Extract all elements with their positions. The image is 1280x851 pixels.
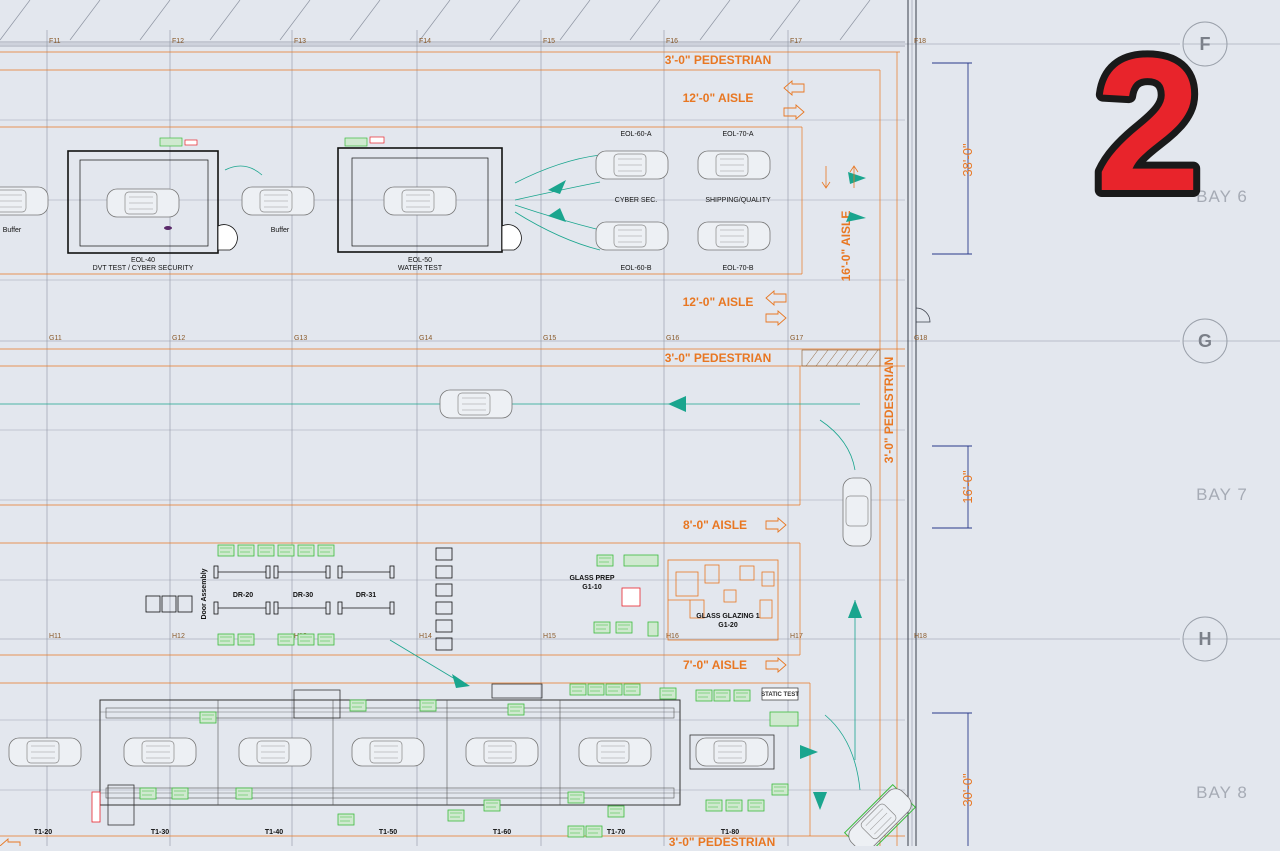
aisle-label-12ft-a: 12'-0" AISLE: [683, 91, 754, 105]
t1-30-label: T1-30: [151, 829, 169, 836]
eol-60-a-car: [595, 150, 669, 180]
grid-label-f17: F17: [790, 38, 802, 45]
aisle-label-pedestrian-vertical: 3'-0" PEDESTRIAN: [882, 357, 896, 464]
grid-label-g17: G17: [790, 335, 803, 342]
buffer-label-left: Buffer: [3, 227, 22, 234]
grid-label-h11: H11: [49, 633, 61, 640]
door-assembly-label: Door Assembly: [201, 568, 208, 619]
grid-label-g16: G16: [666, 335, 679, 342]
grid-label-h15: H15: [543, 633, 556, 640]
grid-label-g15: G15: [543, 335, 556, 342]
grid-label-g12: G12: [172, 335, 185, 342]
bay-6-label: BAY 6: [1196, 187, 1248, 206]
building-wall: [907, 0, 931, 846]
buffer-car-mid: [241, 186, 315, 216]
t1-60-label: T1-60: [493, 829, 511, 836]
svg-text:2: 2: [1095, 19, 1201, 231]
eol-40-description: DVT TEST / CYBER SECURITY: [93, 265, 194, 272]
trim-line-equipment: [91, 683, 799, 838]
aisle-label-pedestrian-bottom: 3'-0" PEDESTRIAN: [669, 835, 776, 846]
grid-label-h12: H12: [172, 633, 185, 640]
aisle-label-7ft: 7'-0" AISLE: [683, 658, 747, 672]
aisle-label-pedestrian-top: 3'-0" PEDESTRIAN: [665, 53, 772, 67]
grid-label-f18: F18: [914, 38, 926, 45]
grid-label-f11: F11: [49, 38, 61, 45]
eol-40-label: EOL-40: [131, 257, 155, 264]
grid-label-f14: F14: [419, 38, 431, 45]
eol-70-b-car: [697, 221, 771, 251]
buffer-car-left: [0, 186, 49, 216]
grid-label-g14: G14: [419, 335, 432, 342]
glass-glazing-label: GLASS GLAZING 1: [696, 613, 760, 620]
grid-label-f16: F16: [666, 38, 678, 45]
dimension-16ft: 16'-0": [960, 470, 975, 504]
aisle-label-16ft: 16'-0" AISLE: [839, 211, 853, 282]
aisle-label-pedestrian-mid: 3'-0" PEDESTRIAN: [665, 351, 772, 365]
floor-plan-svg: F11 F12 F13 F14 F15 F16 F17 F18 G11 G12 …: [0, 0, 1280, 851]
bay-7-label: BAY 7: [1196, 485, 1248, 504]
grid-label-h17: H17: [790, 633, 803, 640]
floor-plan: F11 F12 F13 F14 F15 F16 F17 F18 G11 G12 …: [0, 0, 1280, 851]
dimension-lines: [932, 62, 972, 846]
t1-20-label: T1-20: [34, 829, 52, 836]
eol-60-b-label: EOL-60-B: [620, 265, 651, 272]
aisle-label-8ft: 8'-0" AISLE: [683, 518, 747, 532]
grid-label-h14: H14: [419, 633, 432, 640]
transit-car-vertical: [842, 477, 872, 547]
bay-8-label: BAY 8: [1196, 783, 1248, 802]
grid-label-f13: F13: [294, 38, 306, 45]
buffer-label-mid: Buffer: [271, 227, 290, 234]
hatched-wall: [0, 0, 905, 47]
page-number-badge: 2 2: [1088, 12, 1208, 238]
dr-20-label: DR-20: [233, 592, 253, 599]
eol-40-booth: [67, 137, 238, 254]
glass-glazing-code: G1-20: [718, 622, 738, 629]
transit-car: [439, 389, 513, 419]
eol-50-booth: [337, 136, 522, 253]
dr-31-label: DR-31: [356, 592, 376, 599]
t1-80-label: T1-80: [721, 829, 739, 836]
eol-50-label: EOL-50: [408, 257, 432, 264]
eol-70-b-label: EOL-70-B: [722, 265, 753, 272]
shipping-quality-label: SHIPPING/QUALITY: [705, 197, 771, 204]
hatched-pedestrian-crossing: [801, 349, 881, 367]
grid-label-g18: G18: [914, 335, 927, 342]
t1-40-label: T1-40: [265, 829, 283, 836]
grid-label-g11: G11: [49, 335, 62, 342]
glass-prep-code: G1-10: [582, 584, 602, 591]
dr-30-label: DR-30: [293, 592, 313, 599]
grid-label-f15: F15: [543, 38, 555, 45]
eol-50-description: WATER TEST: [398, 265, 443, 272]
dimension-38ft: 38'-0": [960, 143, 975, 177]
cyber-sec-label: CYBER SEC.: [615, 197, 657, 204]
eol-70-a-car: [697, 150, 771, 180]
grid-marker-labels: F11 F12 F13 F14 F15 F16 F17 F18 G11 G12 …: [49, 38, 927, 640]
t1-70-label: T1-70: [607, 829, 625, 836]
eol-60-a-label: EOL-60-A: [620, 131, 651, 138]
grid-label-g13: G13: [294, 335, 307, 342]
aisle-label-12ft-b: 12'-0" AISLE: [683, 295, 754, 309]
grid-label-h18: H18: [914, 633, 927, 640]
glass-prep-label: GLASS PREP: [569, 575, 614, 582]
static-test-label: STATIC TEST: [761, 692, 799, 698]
trim-line-conveyor: [8, 683, 775, 826]
eol-60-b-car: [595, 221, 669, 251]
t1-50-label: T1-50: [379, 829, 397, 836]
eol-70-a-label: EOL-70-A: [722, 131, 753, 138]
grid-label-f12: F12: [172, 38, 184, 45]
glass-prep-equipment: [593, 554, 659, 637]
dimension-30ft: 30'-0": [960, 773, 975, 807]
